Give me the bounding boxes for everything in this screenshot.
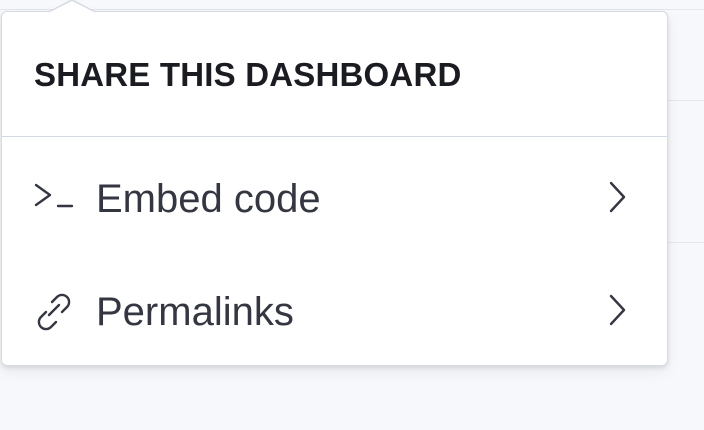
popover-title: SHARE THIS DASHBOARD <box>34 56 462 93</box>
background-divider <box>668 100 704 101</box>
link-icon <box>32 292 76 331</box>
background-divider <box>0 9 704 10</box>
menu-item-label: Embed code <box>96 177 321 221</box>
popover-arrow <box>50 1 94 12</box>
chevron-right-icon <box>606 180 628 214</box>
background-divider <box>668 242 704 243</box>
menu-item-permalinks[interactable]: Permalinks <box>2 260 667 360</box>
console-icon <box>32 179 76 215</box>
title-divider <box>2 136 667 137</box>
menu-item-label: Permalinks <box>96 290 294 334</box>
chevron-right-icon <box>606 293 628 327</box>
share-popover: SHARE THIS DASHBOARD Embed code Permalin… <box>1 1 668 366</box>
menu-item-embed-code[interactable]: Embed code <box>2 147 667 247</box>
